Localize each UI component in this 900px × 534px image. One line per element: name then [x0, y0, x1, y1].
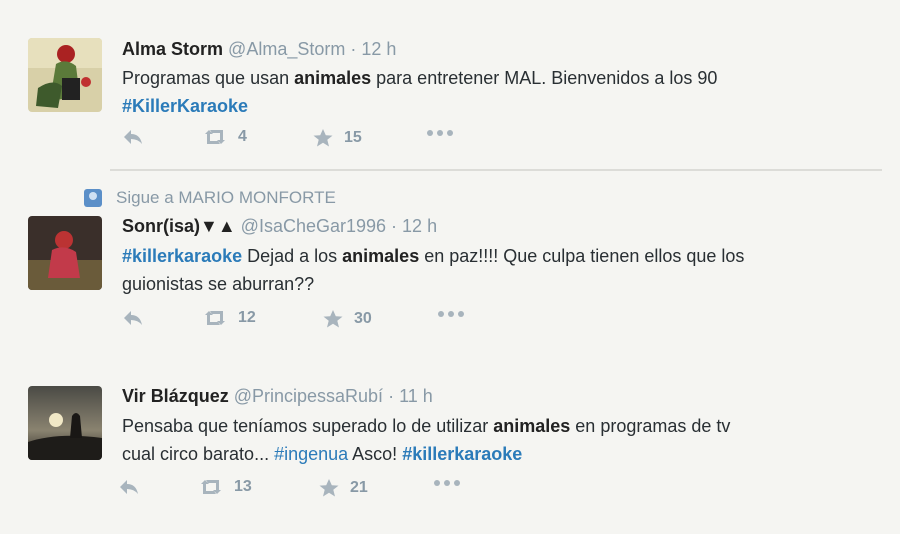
favorite-count: 30	[354, 310, 372, 327]
retweet-button[interactable]: 13	[198, 478, 252, 496]
retweet-count: 13	[234, 478, 252, 495]
tweet-2-header: Sonr(isa)▼▲ @IsaCheGar1996 · 12 h	[122, 216, 437, 237]
reply-icon	[124, 311, 142, 325]
author-handle[interactable]: @PrincipessaRubí	[234, 386, 383, 406]
retweet-icon	[205, 311, 225, 325]
text-segment: cual circo barato...	[122, 444, 275, 464]
favorite-count: 21	[350, 479, 368, 496]
author-handle[interactable]: @IsaCheGar1996	[241, 216, 386, 236]
reply-button[interactable]	[122, 309, 144, 327]
text-segment: Asco!	[348, 444, 403, 464]
tweet-3-actions: 13 21	[0, 478, 900, 508]
hashtag-link[interactable]: #killerkaraoke	[402, 444, 522, 464]
follow-icon	[84, 189, 102, 207]
highlight-term: animales	[294, 68, 372, 88]
reply-icon	[124, 130, 142, 144]
tweet-1-actions: 4 15	[0, 128, 900, 158]
avatar-isa[interactable]	[28, 216, 102, 290]
follow-context: Sigue a MARIO MONFORTE	[84, 188, 336, 208]
tweet-3-text: Pensaba que teníamos superado lo de util…	[122, 412, 882, 468]
highlight-term: animales	[342, 246, 420, 266]
favorite-button[interactable]: 15	[312, 128, 362, 148]
avatar-alma-storm[interactable]	[28, 38, 102, 112]
retweet-icon	[201, 480, 221, 494]
more-icon	[427, 130, 453, 136]
hashtag-link[interactable]: #killerkaraoke	[122, 246, 242, 266]
tweet-2[interactable]: Sigue a MARIO MONFORTE Sonr(isa)▼▲ @IsaC…	[0, 172, 900, 362]
reply-icon	[120, 480, 138, 494]
author-handle[interactable]: @Alma_Storm	[228, 39, 345, 59]
hashtag-link[interactable]: #KillerKaraoke	[122, 96, 248, 116]
tweet-divider	[110, 169, 882, 171]
retweet-button[interactable]: 4	[202, 128, 247, 146]
more-button[interactable]	[432, 478, 462, 488]
tweet-3-header: Vir Blázquez @PrincipessaRubí · 11 h	[122, 386, 433, 407]
tweet-2-actions: 12 30	[0, 309, 900, 339]
hashtag-link[interactable]: #ingenua	[274, 444, 348, 464]
favorite-button[interactable]: 21	[318, 478, 368, 498]
text-segment: para entretener MAL. Bienvenidos a los 9…	[371, 68, 718, 88]
tweet-3[interactable]: Vir Blázquez @PrincipessaRubí · 11 h Pen…	[0, 372, 900, 534]
tweet-1-header: Alma Storm @Alma_Storm · 12 h	[122, 39, 396, 60]
favorite-button[interactable]: 30	[322, 309, 372, 329]
reply-button[interactable]	[122, 128, 144, 146]
more-icon	[438, 311, 464, 317]
text-segment: Pensaba que teníamos superado lo de util…	[122, 416, 494, 436]
author-name[interactable]: Sonr(isa)▼▲	[122, 216, 236, 236]
favorite-icon	[323, 310, 343, 328]
more-icon	[434, 480, 460, 486]
highlight-term: animales	[493, 416, 571, 436]
text-segment: guionistas se aburran??	[122, 274, 315, 294]
more-button[interactable]	[436, 309, 466, 319]
tweet-2-text: #killerkaraoke Dejad a los animales en p…	[122, 242, 882, 298]
tweet-time[interactable]: · 12 h	[391, 216, 437, 236]
tweet-1-text: Programas que usan animales para entrete…	[122, 64, 882, 120]
author-name[interactable]: Vir Blázquez	[122, 386, 229, 406]
favorite-icon	[319, 479, 339, 497]
text-segment: en paz!!!! Que culpa tienen ellos que lo…	[419, 246, 745, 266]
text-segment: en programas de tv	[570, 416, 731, 436]
avatar-vir[interactable]	[28, 386, 102, 460]
tweet-1[interactable]: Alma Storm @Alma_Storm · 12 h Programas …	[0, 0, 900, 170]
reply-button[interactable]	[118, 478, 140, 496]
text-segment: Dejad a los	[242, 246, 343, 266]
favorite-count: 15	[344, 129, 362, 146]
author-name[interactable]: Alma Storm	[122, 39, 223, 59]
tweet-time[interactable]: · 11 h	[388, 386, 433, 406]
text-segment: Programas que usan	[122, 68, 295, 88]
retweet-icon	[205, 130, 225, 144]
retweet-button[interactable]: 12	[202, 309, 256, 327]
follow-context-label[interactable]: Sigue a MARIO MONFORTE	[116, 188, 336, 208]
retweet-count: 4	[238, 128, 247, 145]
retweet-count: 12	[238, 309, 256, 326]
favorite-icon	[313, 129, 333, 147]
more-button[interactable]	[425, 128, 455, 138]
tweet-time[interactable]: · 12 h	[350, 39, 396, 59]
